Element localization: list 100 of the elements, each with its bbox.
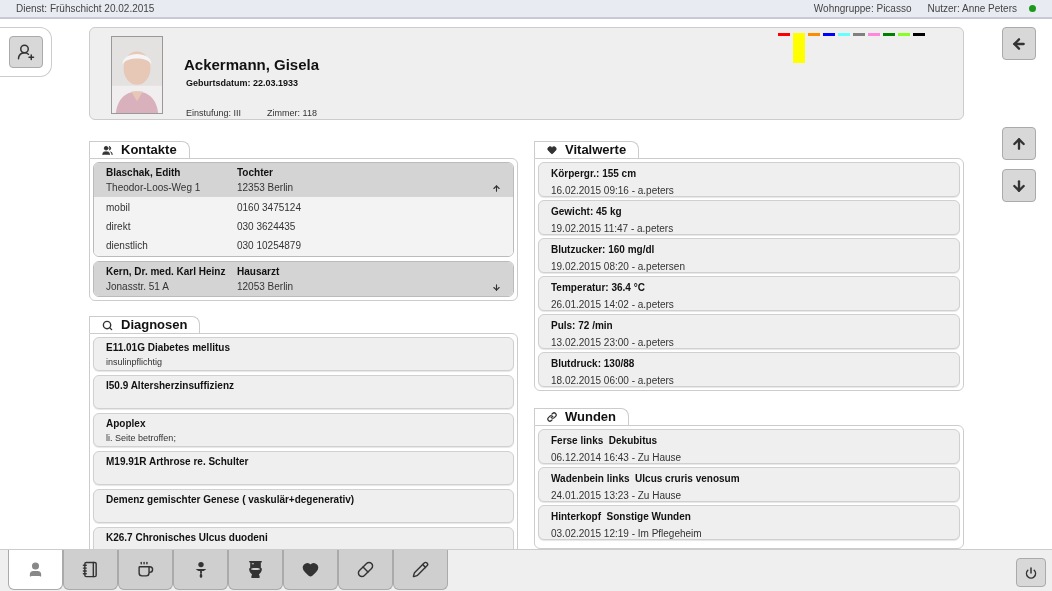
phone-label: direkt — [106, 220, 132, 234]
scroll-down-button[interactable] — [1002, 169, 1036, 202]
diagnosis-card[interactable]: Demenz gemischter Genese ( vaskulär+degenerativ) — [93, 489, 514, 523]
color-marker[interactable] — [778, 33, 790, 36]
diagnosis-title: Apoplex — [106, 417, 147, 430]
wound-meta: 06.12.2014 16:43 - Zu Hause — [551, 451, 683, 465]
nav-tab[interactable] — [228, 550, 283, 590]
birth-date: Geburtsdatum: 22.03.1933 — [186, 76, 300, 90]
nav-tab[interactable] — [283, 550, 338, 590]
link-icon — [547, 412, 557, 422]
nav-tab[interactable] — [63, 550, 118, 590]
person-icon — [27, 561, 44, 578]
heart-icon — [547, 145, 557, 155]
vital-card[interactable]: Gewicht: 45 kg 19.02.2015 11:47 - a.peters — [538, 200, 960, 235]
color-marker[interactable] — [883, 33, 895, 36]
contact-city: 12053 Berlin — [237, 280, 295, 294]
diagnosis-title: K26.7 Chronisches Ulcus duodeni — [106, 531, 269, 544]
vital-meta: 18.02.2015 06:00 - a.peters — [551, 374, 675, 388]
color-marker[interactable] — [868, 33, 880, 36]
nav-tab[interactable] — [338, 550, 393, 590]
room-number: Zimmer: 118 — [267, 107, 317, 120]
diagnosis-card[interactable]: I50.9 Altersherzinsuffizienz — [93, 375, 514, 409]
phone-number: 030 10254879 — [237, 239, 301, 253]
vital-card[interactable]: Temperatur: 36.4 °C 26.01.2015 14:02 - a.peters — [538, 276, 960, 311]
vital-meta: 19.02.2015 11:47 - a.peters — [551, 222, 675, 236]
pill-icon — [357, 561, 374, 578]
nav-tab[interactable] — [8, 550, 63, 590]
pencil-icon — [412, 561, 429, 578]
switch-resident-button[interactable] — [8, 36, 43, 68]
wound-meta: 24.01.2015 13:23 - Zu Hause — [551, 489, 683, 503]
back-button[interactable] — [1002, 27, 1036, 60]
power-icon — [1025, 566, 1037, 579]
vital-card[interactable]: Puls: 72 /min 13.02.2015 23:00 - a.peters — [538, 314, 960, 349]
search-icon — [102, 319, 113, 331]
vital-meta: 26.01.2015 14:02 - a.peters — [551, 298, 675, 312]
diagnosis-title: I50.9 Altersherzinsuffizienz — [106, 379, 235, 392]
vital-card[interactable]: Körpergr.: 155 cm 16.02.2015 09:16 - a.peters — [538, 162, 960, 197]
vital-value: Körpergr.: 155 cm — [551, 167, 638, 181]
vital-card[interactable]: Blutdruck: 130/88 18.02.2015 06:00 - a.peters — [538, 352, 960, 387]
arrow-down-icon — [1011, 177, 1027, 194]
vital-value: Blutzucker: 160 mg/dl — [551, 243, 656, 257]
scroll-up-button[interactable] — [1002, 127, 1036, 160]
phone-number: 0160 3475124 — [237, 201, 301, 215]
care-level: Einstufung: III — [186, 107, 242, 120]
cup-icon — [137, 561, 154, 578]
section-title: Wunden — [565, 408, 617, 427]
phone-number: 030 3624435 — [237, 220, 296, 234]
contact-name: Blaschak, Edith — [106, 166, 182, 180]
expand-icon — [492, 283, 501, 292]
arrow-up-icon — [1011, 135, 1027, 152]
contact-card[interactable]: Kern, Dr. med. Karl Heinz Jonasstr. 51 A Hausarzt 12053 Berlin — [93, 261, 514, 297]
diagnosis-title: Demenz gemischter Genese ( vaskulär+degenerativ) — [106, 493, 356, 506]
vital-meta: 13.02.2015 23:00 - a.peters — [551, 336, 675, 350]
wound-title: Hinterkopf Sonstige Wunden — [551, 510, 692, 524]
color-marker[interactable] — [838, 33, 850, 36]
wound-card[interactable]: Hinterkopf Sonstige Wunden 03.02.2015 12:19 - Im Pflegeheim — [538, 505, 960, 540]
diagnosis-card[interactable]: Apoplex li. Seite betroffen; — [93, 413, 514, 447]
color-marker[interactable] — [913, 33, 925, 36]
diagnosis-card[interactable]: M19.91R Arthrose re. Schulter — [93, 451, 514, 485]
vital-value: Temperatur: 36.4 °C — [551, 281, 646, 295]
wound-title: Ferse links Dekubitus — [551, 434, 659, 448]
wound-meta: 03.02.2015 12:19 - Im Pflegeheim — [551, 527, 703, 541]
people-icon — [102, 144, 113, 156]
group-label: Wohngruppe: Picasso — [813, 2, 912, 16]
vital-value: Gewicht: 45 kg — [551, 205, 623, 219]
vital-value: Puls: 72 /min — [551, 319, 614, 333]
vital-meta: 16.02.2015 09:16 - a.peters — [551, 184, 675, 198]
wound-card[interactable]: Ferse links Dekubitus 06.12.2014 16:43 - Zu Hause — [538, 429, 960, 464]
resident-name: Ackermann, Gisela — [184, 55, 320, 75]
vital-meta: 19.02.2015 08:20 - a.petersen — [551, 260, 686, 274]
color-marker[interactable] — [823, 33, 835, 36]
contact-card[interactable]: Blaschak, Edith Theodor-Loos-Weg 1 Tochter 12353 Berlin mobil 0160 3475124 direkt 030 3624435 dienstlich 030 10254879 — [93, 162, 514, 257]
contact-relation: Hausarzt — [237, 265, 281, 279]
nav-tab[interactable] — [118, 550, 173, 590]
section-title: Vitalwerte — [565, 141, 627, 160]
phone-label: dienstlich — [106, 239, 149, 253]
contact-name: Kern, Dr. med. Karl Heinz — [106, 265, 227, 279]
shift-label: Dienst: Frühschicht 20.02.2015 — [16, 2, 155, 16]
vital-card[interactable]: Blutzucker: 160 mg/dl 19.02.2015 08:20 - a.petersen — [538, 238, 960, 273]
nav-tab[interactable] — [173, 550, 228, 590]
diagnosis-card[interactable]: E11.01G Diabetes mellitus insulinpflichtig — [93, 337, 514, 371]
vital-value: Blutdruck: 130/88 — [551, 357, 636, 371]
nav-tab[interactable] — [393, 550, 448, 590]
color-marker[interactable] — [793, 33, 805, 63]
toilet-icon — [247, 561, 264, 578]
section-title: Kontakte — [121, 141, 177, 160]
diagnosis-card[interactable]: K26.7 Chronisches Ulcus duodeni — [93, 527, 514, 549]
contact-city: 12353 Berlin — [237, 181, 295, 195]
color-marker[interactable] — [898, 33, 910, 36]
color-marker[interactable] — [808, 33, 820, 36]
heart-icon — [302, 561, 319, 578]
collapse-icon — [492, 184, 501, 193]
wound-card[interactable]: Wadenbein links Ulcus cruris venosum 24.01.2015 13:23 - Zu Hause — [538, 467, 960, 502]
power-button[interactable] — [1016, 558, 1046, 587]
contact-street: Jonasstr. 51 A — [106, 280, 170, 294]
notebook-icon — [82, 561, 99, 578]
wound-title: Wadenbein links Ulcus cruris venosum — [551, 472, 741, 486]
color-marker[interactable] — [853, 33, 865, 36]
user-label: Nutzer: Anne Peters — [927, 2, 1017, 16]
section-title: Diagnosen — [121, 316, 188, 335]
